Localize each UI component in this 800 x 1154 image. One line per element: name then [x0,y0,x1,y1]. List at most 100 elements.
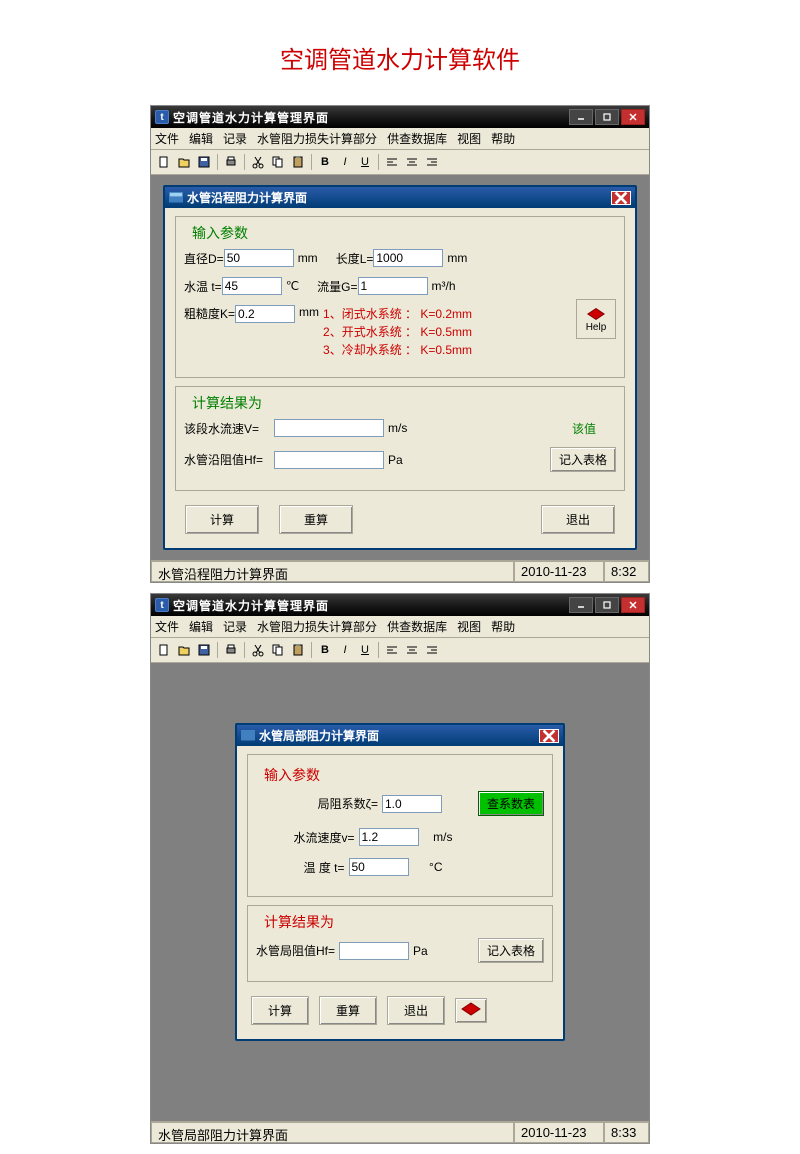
diameter-input[interactable] [224,249,294,267]
save-icon[interactable] [195,641,213,659]
close-button[interactable] [621,597,645,613]
print-icon[interactable] [222,153,240,171]
menu-view[interactable]: 视图 [457,618,481,635]
paste-icon[interactable] [289,641,307,659]
menu-bar: 文件 编辑 记录 水管阻力损失计算部分 供查数据库 视图 帮助 [151,616,649,638]
help-button[interactable]: Help [576,299,616,339]
zeta-label: 局阻系数ζ= [318,795,378,812]
page-title: 空调管道水力计算软件 [0,0,800,105]
print-icon[interactable] [222,641,240,659]
italic-icon[interactable]: I [336,153,354,171]
menu-record[interactable]: 记录 [223,130,247,147]
align-left-icon[interactable] [383,641,401,659]
velocity-output[interactable] [274,419,384,437]
menu-edit[interactable]: 编辑 [189,130,213,147]
new-icon[interactable] [155,153,173,171]
temperature-input[interactable] [349,858,409,876]
unit-pa: Pa [388,453,403,467]
status-date: 2010-11-23 [514,561,604,582]
app-window-1: t 空调管道水力计算管理界面 文件 编辑 记录 水管阻力损失计算部分 供查数据库… [150,105,650,583]
temperature-input[interactable] [222,277,282,295]
hf-output[interactable] [339,942,409,960]
status-bar: 水管局部阻力计算界面 2010-11-23 8:33 [151,1121,649,1143]
status-time: 8:33 [604,1122,649,1143]
toolbar: B I U [151,150,649,175]
group-input-params: 输入参数 局阻系数ζ= 查系数表 水流速度v= m/s 温 度 t [247,754,553,897]
copy-icon[interactable] [269,641,287,659]
maximize-button[interactable] [595,597,619,613]
open-icon[interactable] [175,641,193,659]
menu-record[interactable]: 记录 [223,618,247,635]
client-area: 水管局部阻力计算界面 输入参数 局阻系数ζ= 查系数表 水流速度v= [151,663,649,1121]
maximize-button[interactable] [595,109,619,125]
menu-pipe-loss[interactable]: 水管阻力损失计算部分 [257,618,377,635]
menu-view[interactable]: 视图 [457,130,481,147]
exit-button[interactable]: 退出 [541,505,615,534]
calculate-button[interactable]: 计算 [185,505,259,534]
unit-ms: m/s [388,421,407,435]
cut-icon[interactable] [249,641,267,659]
recalculate-button[interactable]: 重算 [279,505,353,534]
app-window-2: t 空调管道水力计算管理界面 文件 编辑 记录 水管阻力损失计算部分 供查数据库… [150,593,650,1144]
zeta-input[interactable] [382,795,442,813]
record-button[interactable]: 记入表格 [478,938,544,963]
status-time: 8:32 [604,561,649,582]
unit-mm: mm [299,305,319,319]
save-icon[interactable] [195,153,213,171]
book-icon [586,306,606,322]
align-left-icon[interactable] [383,153,401,171]
align-center-icon[interactable] [403,153,421,171]
menu-database[interactable]: 供查数据库 [387,618,447,635]
hf-label: 水管局阻值Hf= [256,942,335,959]
menu-edit[interactable]: 编辑 [189,618,213,635]
menu-help[interactable]: 帮助 [491,130,515,147]
underline-icon[interactable]: U [356,153,374,171]
diameter-label: 直径D= [184,250,224,267]
paste-icon[interactable] [289,153,307,171]
recalculate-button[interactable]: 重算 [319,996,377,1025]
gaizhi-label: 该值 [572,420,596,437]
dialog-close-button[interactable] [611,191,631,205]
bold-icon[interactable]: B [316,153,334,171]
window-title: 空调管道水力计算管理界面 [173,109,569,126]
length-input[interactable] [373,249,443,267]
underline-icon[interactable]: U [356,641,374,659]
menu-help[interactable]: 帮助 [491,618,515,635]
dialog-close-button[interactable] [539,729,559,743]
titlebar: t 空调管道水力计算管理界面 [151,594,649,616]
bold-icon[interactable]: B [316,641,334,659]
copy-icon[interactable] [269,153,287,171]
client-area: 水管沿程阻力计算界面 输入参数 直径D= mm 长度L= mm [151,175,649,560]
menu-file[interactable]: 文件 [155,618,179,635]
align-center-icon[interactable] [403,641,421,659]
align-right-icon[interactable] [423,641,441,659]
button-row: 计算 重算 退出 [175,499,625,540]
exit-button[interactable]: 退出 [387,996,445,1025]
open-icon[interactable] [175,153,193,171]
dialog-pipe-friction: 水管沿程阻力计算界面 输入参数 直径D= mm 长度L= mm [163,185,637,550]
roughness-input[interactable] [235,305,295,323]
group-input-params: 输入参数 直径D= mm 长度L= mm 水温 t= ℃ 流量G= [175,216,625,378]
status-bar: 水管沿程阻力计算界面 2010-11-23 8:32 [151,560,649,582]
lookup-coefficient-button[interactable]: 查系数表 [478,791,544,816]
flow-input[interactable] [358,277,428,295]
record-button[interactable]: 记入表格 [550,447,616,472]
help-icon-button[interactable] [455,998,487,1023]
menu-database[interactable]: 供查数据库 [387,130,447,147]
align-right-icon[interactable] [423,153,441,171]
minimize-button[interactable] [569,109,593,125]
menu-pipe-loss[interactable]: 水管阻力损失计算部分 [257,130,377,147]
close-button[interactable] [621,109,645,125]
hf-output[interactable] [274,451,384,469]
velocity-input[interactable] [359,828,419,846]
new-icon[interactable] [155,641,173,659]
dialog-title: 水管沿程阻力计算界面 [187,189,307,206]
cut-icon[interactable] [249,153,267,171]
menu-file[interactable]: 文件 [155,130,179,147]
italic-icon[interactable]: I [336,641,354,659]
group-label: 计算结果为 [188,393,266,413]
calculate-button[interactable]: 计算 [251,996,309,1025]
titlebar: t 空调管道水力计算管理界面 [151,106,649,128]
minimize-button[interactable] [569,597,593,613]
help-label: Help [586,322,607,333]
